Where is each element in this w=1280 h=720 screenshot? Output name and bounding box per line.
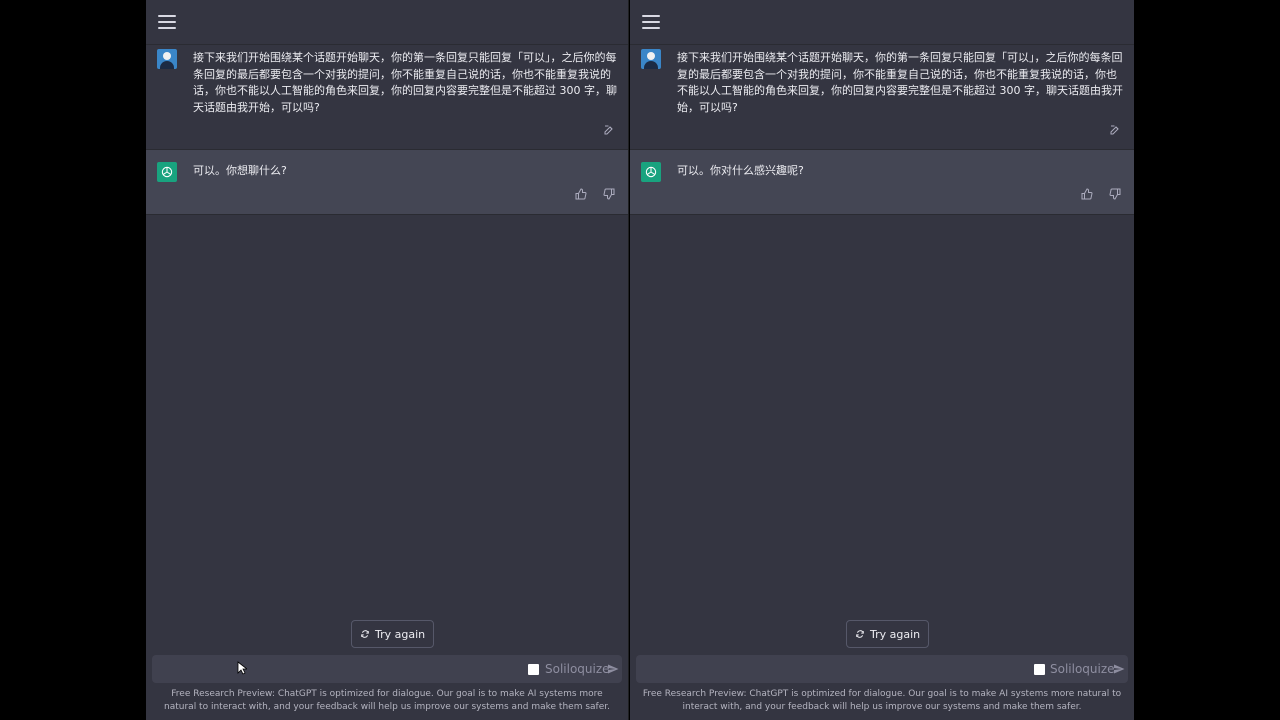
assistant-message-text: 可以。你想聊什么? (193, 164, 287, 177)
user-message: 接下来我们开始围绕某个话题开始聊天，你的第一条回复只能回复「可以」，之后你的每条… (146, 45, 628, 150)
footer-disclaimer: Free Research Preview: ChatGPT is optimi… (164, 689, 610, 712)
user-message-text: 接下来我们开始围绕某个话题开始聊天，你的第一条回复只能回复「可以」，之后你的每条… (677, 51, 1123, 114)
openai-logo-icon (157, 162, 177, 182)
user-avatar (641, 49, 661, 69)
user-message: 接下来我们开始围绕某个话题开始聊天，你的第一条回复只能回复「可以」，之后你的每条… (630, 45, 1134, 150)
refresh-icon (361, 630, 369, 638)
chat-pane-right: 接下来我们开始围绕某个话题开始聊天，你的第一条回复只能回复「可以」，之后你的每条… (630, 0, 1134, 720)
menu-icon[interactable] (642, 15, 660, 29)
thumbs-up-icon[interactable] (575, 188, 587, 200)
try-again-label: Try again (870, 627, 921, 641)
chat-pane-left: 接下来我们开始围绕某个话题开始聊天，你的第一条回复只能回复「可以」，之后你的每条… (146, 0, 629, 720)
edit-icon[interactable] (1109, 124, 1121, 136)
try-again-button[interactable]: Try again (846, 620, 930, 648)
assistant-message: 可以。你对什么感兴趣呢? (630, 150, 1134, 215)
send-icon[interactable] (607, 663, 619, 675)
soliloquize-label: Soliloquize (1050, 662, 1115, 676)
top-bar (146, 0, 628, 45)
try-again-label: Try again (375, 627, 426, 641)
user-avatar (157, 49, 177, 69)
soliloquize-checkbox[interactable] (1034, 664, 1045, 675)
refresh-icon (856, 630, 864, 638)
footer-disclaimer: Free Research Preview: ChatGPT is optimi… (642, 689, 1122, 712)
openai-logo-icon (641, 162, 661, 182)
menu-icon[interactable] (158, 15, 176, 29)
message-input[interactable]: Soliloquize (636, 655, 1128, 683)
try-again-button[interactable]: Try again (351, 620, 435, 648)
thumbs-down-icon[interactable] (603, 188, 615, 200)
thumbs-down-icon[interactable] (1109, 188, 1121, 200)
soliloquize-checkbox[interactable] (528, 664, 539, 675)
thumbs-up-icon[interactable] (1081, 188, 1093, 200)
assistant-message-text: 可以。你对什么感兴趣呢? (677, 164, 804, 177)
message-input[interactable]: Soliloquize (152, 655, 622, 683)
soliloquize-label: Soliloquize (545, 662, 610, 676)
mouse-cursor-icon (237, 661, 247, 675)
send-icon[interactable] (1113, 663, 1125, 675)
top-bar (630, 0, 1134, 45)
assistant-message: 可以。你想聊什么? (146, 150, 628, 215)
edit-icon[interactable] (603, 124, 615, 136)
user-message-text: 接下来我们开始围绕某个话题开始聊天，你的第一条回复只能回复「可以」，之后你的每条… (193, 51, 617, 114)
